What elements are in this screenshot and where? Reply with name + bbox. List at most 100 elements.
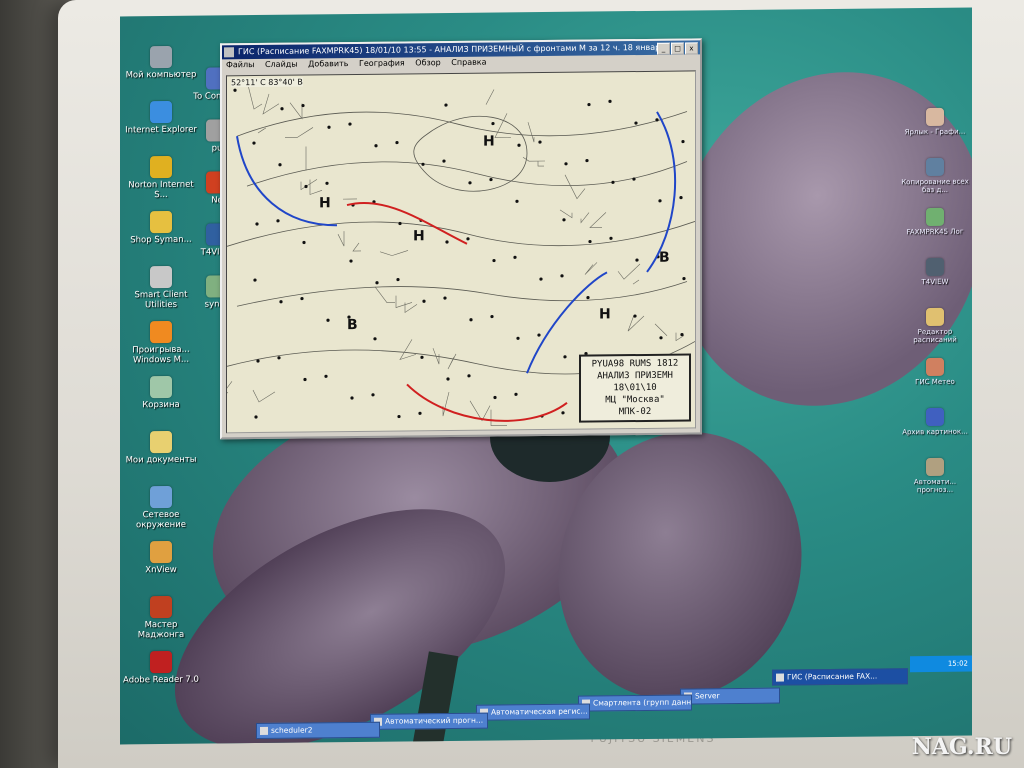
pressure-center-label: В [347, 317, 358, 333]
menu-files[interactable]: Файлы [226, 60, 254, 69]
desktop-icon-label: Сетевое окружение [136, 509, 186, 531]
desktop-icon-label: XnView [145, 564, 177, 576]
terrain-line [337, 231, 345, 247]
menu-view[interactable]: Обзор [415, 58, 440, 67]
terrain-line [300, 179, 318, 191]
network-icon [150, 485, 172, 509]
station-dot [278, 163, 282, 167]
my-computer-icon [150, 45, 172, 69]
stamp-line: МПК-02 [618, 406, 652, 418]
station-dot [398, 221, 402, 226]
desktop-icon[interactable]: Adobe Reader 7.0 [122, 650, 200, 686]
terrain-line [247, 85, 263, 110]
menu-geography[interactable]: География [359, 58, 405, 67]
station-dot [635, 258, 639, 262]
station-dot [561, 411, 565, 415]
desktop-icon[interactable]: Автомати... прогноз... [896, 457, 972, 495]
taskbar-button[interactable]: Смартлента (групп данн... [578, 694, 692, 712]
desktop-icon[interactable]: ГИС Метео [896, 357, 972, 387]
adobe-reader-icon [150, 650, 172, 674]
terrain-line [485, 89, 495, 105]
station-dot [633, 314, 637, 318]
terrain-line [252, 389, 276, 403]
desktop-icon[interactable]: Редактор расписаний [896, 307, 972, 345]
norton-icon [150, 155, 172, 179]
gis-window[interactable]: ГИС (Расписание FAXMPRK45) 18/01/10 13:5… [220, 38, 702, 440]
station-dot [514, 392, 518, 396]
maximize-button[interactable]: □ [671, 42, 684, 55]
pressure-center-label: В [659, 250, 670, 266]
desktop-icon[interactable]: Корзина [122, 375, 200, 411]
menu-help[interactable]: Справка [451, 58, 486, 67]
station-dot [469, 318, 473, 322]
stamp-line: 18\01\10 [613, 382, 657, 394]
station-dot [608, 99, 612, 103]
desktop-icon[interactable]: Сетевое окружение [122, 485, 200, 531]
desktop-icon[interactable]: XnView [122, 540, 200, 576]
station-dot [539, 277, 543, 281]
station-dot [395, 140, 399, 145]
log-icon [926, 207, 944, 227]
map-stamp: PYUA98 RUMS 1812 АНАЛИЗ ПРИЗЕМН 18\01\10… [579, 353, 691, 423]
pressure-center-label: Н [483, 134, 495, 150]
station-dot [682, 276, 686, 281]
station-dot [253, 278, 257, 282]
station-dot [468, 181, 472, 185]
desktop-icon-label: Редактор расписаний [913, 327, 957, 345]
desktop-icon-label: Мои документы [125, 454, 197, 466]
terrain-line [559, 209, 573, 219]
taskbar-button[interactable]: Автоматический прогн... [370, 712, 488, 730]
taskbar-button[interactable]: ГИС (Расписание FAX... [772, 668, 908, 686]
terrain-line [447, 353, 457, 370]
weather-map[interactable]: Н Н Н Н В В 52°11' С 83°40' В PYUA98 RUMS 181… [226, 70, 696, 434]
station-dot [420, 355, 424, 359]
station-dot [655, 118, 659, 122]
terrain-line [490, 409, 507, 426]
desktop-icon-label: Adobe Reader 7.0 [123, 674, 199, 686]
station-dot [252, 141, 256, 145]
desktop-icon[interactable]: FAXMPRK45 Лог [896, 207, 972, 237]
desktop-icon-label: FAXMPRK45 Лог [906, 227, 964, 237]
isobar-line [236, 281, 688, 307]
terrain-line [352, 242, 361, 252]
taskbar-button[interactable]: Server [680, 687, 780, 705]
terrain-line [289, 102, 303, 120]
station-dot [491, 121, 495, 126]
station-dot [585, 158, 589, 163]
isobar-line [226, 221, 696, 247]
desktop-icon[interactable]: Мои документы [122, 430, 200, 466]
desktop-icon[interactable]: Мастер Маджонга [122, 595, 200, 641]
menu-add[interactable]: Добавить [308, 59, 348, 68]
watermark: NAG.RU [911, 734, 1012, 760]
station-dot [659, 336, 663, 340]
taskbar-button[interactable]: scheduler2 [256, 721, 380, 740]
station-dot [327, 125, 331, 129]
system-tray[interactable]: 15:02 [910, 655, 972, 673]
terrain-line [564, 174, 586, 200]
terrain-line [627, 314, 645, 332]
media-player-icon [150, 320, 172, 344]
cold-front [646, 111, 677, 273]
station-dot [517, 143, 521, 147]
minimize-button[interactable]: _ [657, 42, 670, 55]
menu-slides[interactable]: Слайды [265, 60, 298, 69]
desktop-icon[interactable]: T4VIEW [896, 257, 972, 287]
desktop-icon-label: Мастер Маджонга [137, 619, 185, 641]
desktop-icon[interactable]: Копирование всех баз д... [896, 157, 972, 195]
station-dot [280, 107, 284, 111]
station-dot [443, 296, 447, 300]
station-dot [609, 236, 613, 240]
station-dot [421, 162, 425, 166]
station-dot [302, 240, 306, 245]
desktop-icon[interactable]: Проигрыва... Windows M... [122, 320, 200, 366]
close-button[interactable]: x [685, 42, 698, 55]
cursor-coordinates: 52°11' С 83°40' В [231, 77, 303, 88]
taskbar-button[interactable]: Автоматическая регис... [476, 703, 590, 721]
app-icon [224, 47, 234, 58]
terrain-line [654, 323, 668, 336]
station-dot [632, 177, 636, 181]
desktop-icon[interactable]: Архив картинок... [896, 407, 972, 437]
terrain-line [442, 391, 450, 417]
desktop-icon[interactable]: Ярлык - Графи... [896, 107, 972, 137]
isobar-line [236, 111, 688, 137]
